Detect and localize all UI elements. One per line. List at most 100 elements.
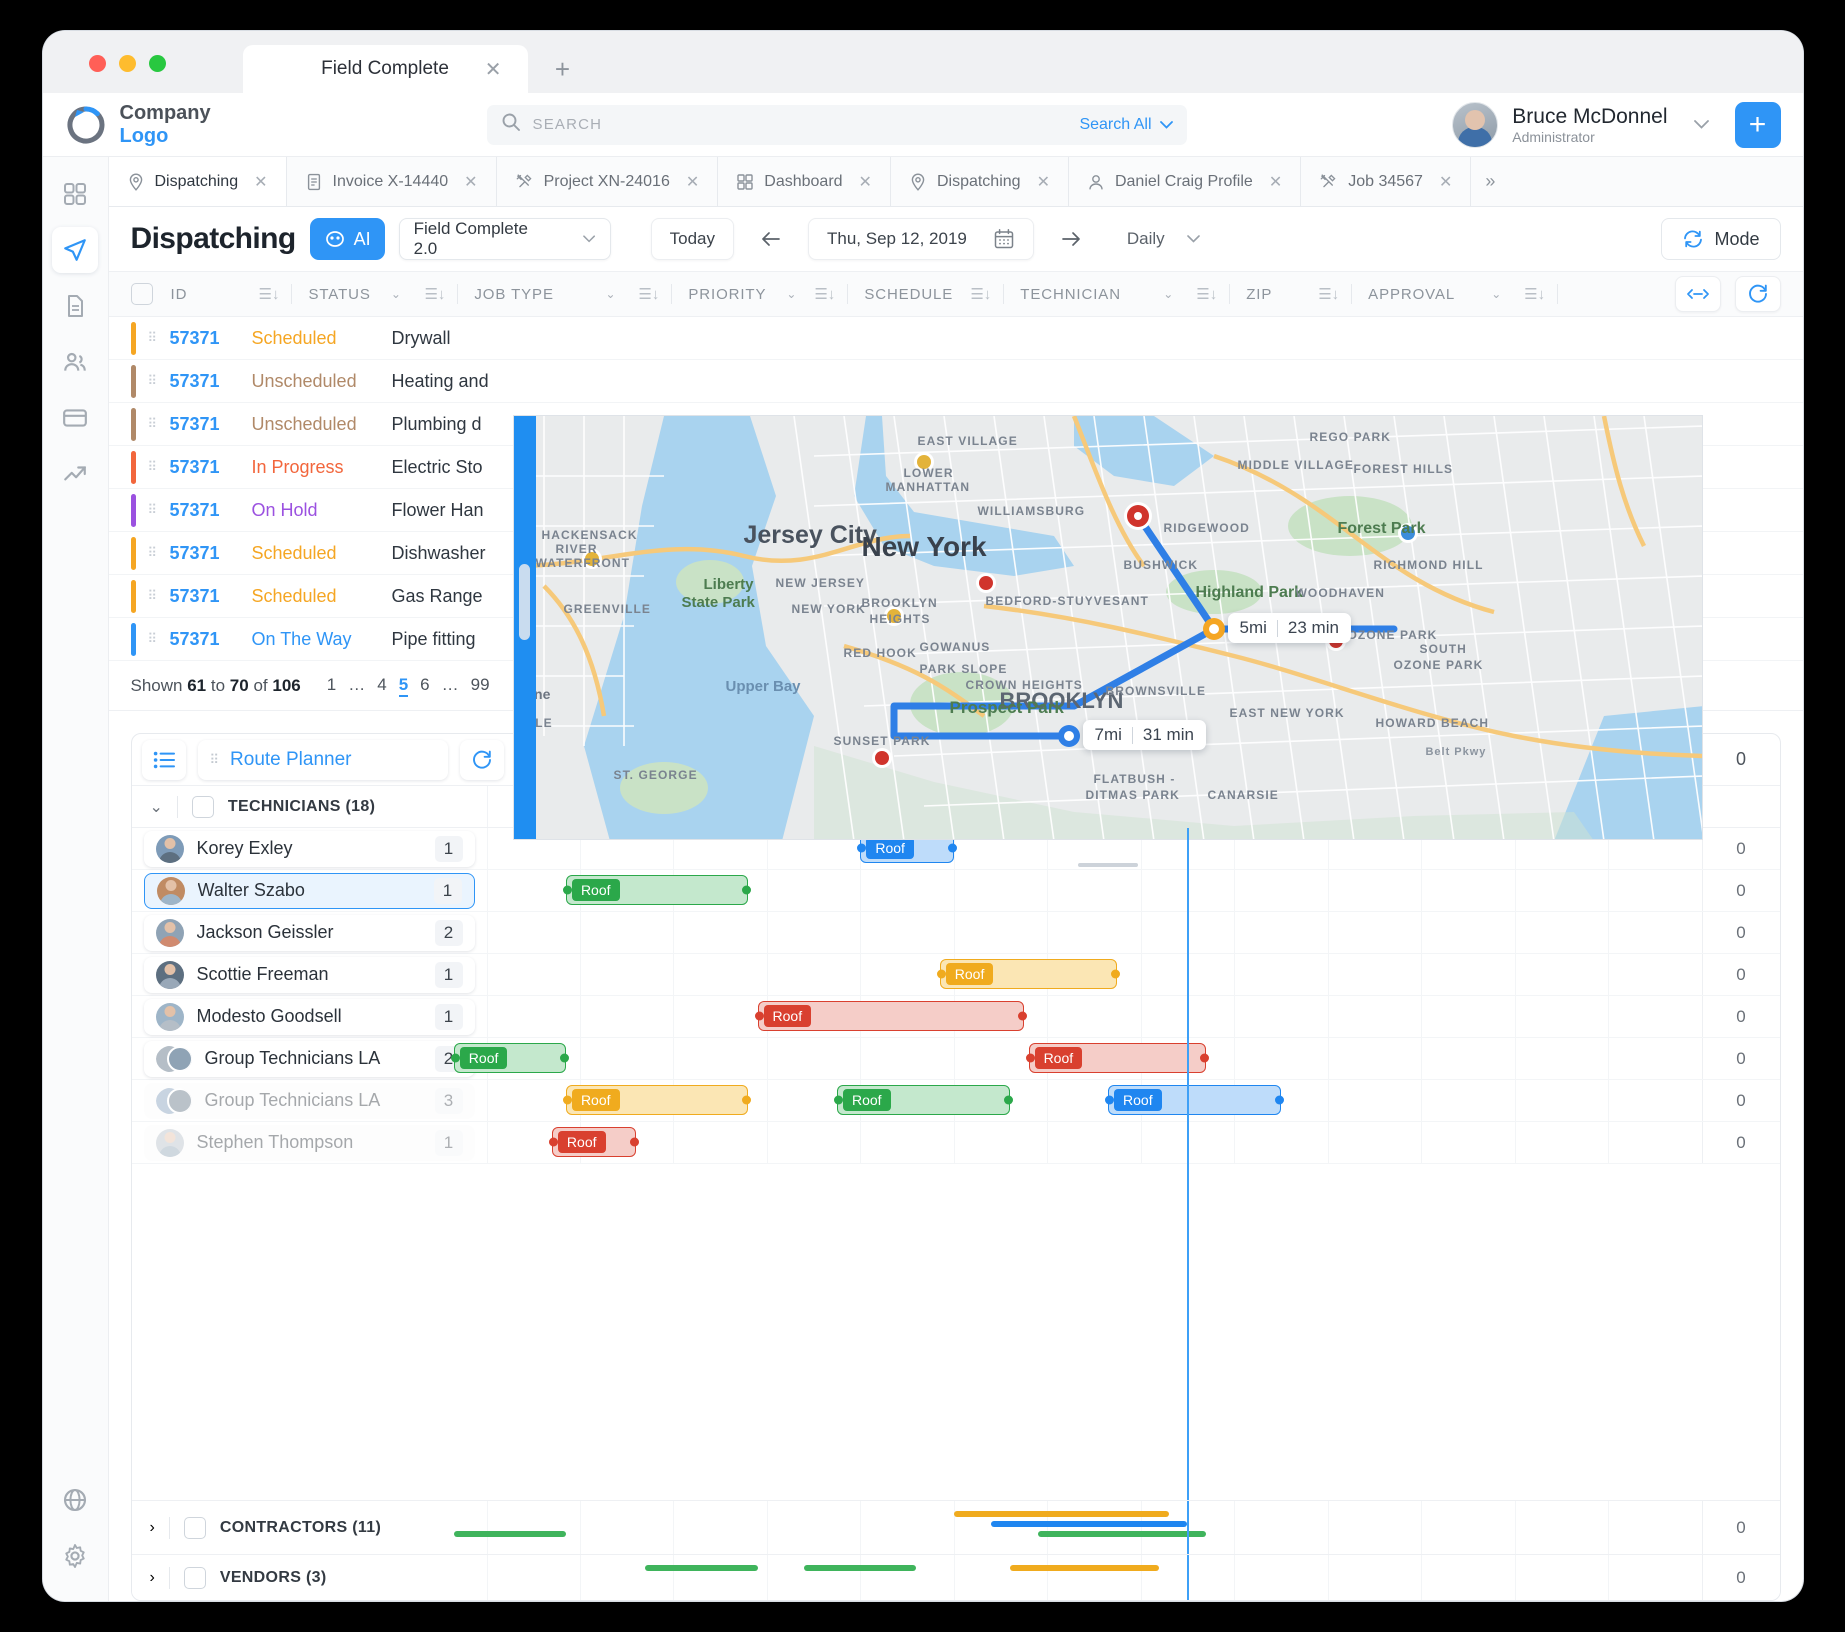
route-info-badge[interactable]: 7mi31 min: [1083, 720, 1206, 750]
job-start-handle[interactable]: [1026, 1054, 1035, 1063]
sidebar-item-customers[interactable]: [52, 339, 98, 385]
sidebar-item-reports[interactable]: [52, 451, 98, 497]
company-logo[interactable]: Company Logo: [65, 102, 465, 147]
technician-row[interactable]: Group Technicians LA3RoofRoofRoof0: [132, 1080, 1780, 1122]
close-icon[interactable]: ✕: [485, 57, 502, 82]
route-info-badge[interactable]: 5mi23 min: [1228, 613, 1351, 643]
technician-row[interactable]: Stephen Thompson1Roof0: [132, 1122, 1780, 1164]
job-id[interactable]: 57371: [170, 629, 252, 650]
technician-card[interactable]: Scottie Freeman1: [144, 957, 475, 993]
drag-handle-icon[interactable]: ⠿: [148, 459, 170, 475]
job-id[interactable]: 57371: [170, 414, 252, 435]
map-marker[interactable]: [884, 606, 904, 626]
chevron-down-icon[interactable]: ⌄: [1153, 287, 1184, 301]
sidebar-item-settings[interactable]: [52, 1533, 98, 1579]
job-end-handle[interactable]: [1018, 1012, 1027, 1021]
technician-timeline[interactable]: Roof: [487, 1122, 1702, 1163]
technician-timeline[interactable]: RoofRoofRoof: [487, 1080, 1702, 1121]
chevron-right-icon[interactable]: ›: [150, 1569, 155, 1587]
tab-profile[interactable]: Daniel Craig Profile ✕: [1069, 157, 1301, 206]
map-vertical-scrollbar[interactable]: [514, 416, 536, 839]
technician-timeline[interactable]: RoofRoof: [487, 1038, 1702, 1079]
map-scroll-thumb[interactable]: [519, 564, 530, 640]
search-input[interactable]: [533, 116, 1068, 133]
sidebar-item-apps[interactable]: [52, 171, 98, 217]
tab-dispatching-1[interactable]: Dispatching ✕: [109, 157, 287, 206]
contractors-select-all-checkbox[interactable]: [184, 1517, 206, 1539]
sort-icon-status[interactable]: ☰↓: [412, 285, 457, 303]
tab-job[interactable]: Job 34567 ✕: [1301, 157, 1471, 206]
sort-icon-schedule[interactable]: ☰↓: [958, 285, 1003, 303]
expand-columns-button[interactable]: [1675, 276, 1721, 312]
column-schedule[interactable]: SCHEDULE: [848, 286, 958, 303]
technician-timeline[interactable]: [487, 912, 1702, 953]
job-id[interactable]: 57371: [170, 586, 252, 607]
list-view-button[interactable]: [142, 740, 186, 780]
technician-card[interactable]: Group Technicians LA2: [144, 1041, 475, 1077]
column-approval[interactable]: APPROVAL ⌄: [1352, 286, 1512, 303]
map-marker[interactable]: [1398, 523, 1418, 543]
job-end-handle[interactable]: [1200, 1054, 1209, 1063]
sort-icon-priority[interactable]: ☰↓: [802, 285, 847, 303]
job-start-handle[interactable]: [857, 844, 866, 853]
vendors-section[interactable]: › VENDORS (3) 0: [132, 1554, 1780, 1600]
job-end-handle[interactable]: [1275, 1096, 1284, 1105]
route-planner-refresh-button[interactable]: [460, 740, 504, 780]
close-icon[interactable]: ✕: [1037, 172, 1050, 192]
job-id[interactable]: 57371: [170, 500, 252, 521]
drag-handle-icon[interactable]: ⠿: [148, 373, 170, 389]
close-icon[interactable]: ✕: [686, 172, 699, 192]
technician-timeline[interactable]: Roof: [487, 870, 1702, 911]
drag-handle-icon[interactable]: ⠿: [148, 330, 170, 346]
job-start-handle[interactable]: [834, 1096, 843, 1105]
job-block[interactable]: Roof: [940, 959, 1118, 989]
close-icon[interactable]: ✕: [254, 172, 267, 192]
job-start-handle[interactable]: [563, 886, 572, 895]
select-all-checkbox[interactable]: [131, 283, 153, 305]
technician-card[interactable]: Modesto Goodsell1: [144, 999, 475, 1035]
contractor-summary-bar[interactable]: [991, 1521, 1187, 1527]
job-id[interactable]: 57371: [170, 543, 252, 564]
chevron-down-icon[interactable]: ⌄: [595, 287, 626, 301]
pagination-pages[interactable]: 1…456…99: [327, 675, 490, 697]
close-icon[interactable]: ✕: [1269, 172, 1282, 192]
job-id[interactable]: 57371: [170, 371, 252, 392]
technician-card[interactable]: Korey Exley1: [144, 831, 475, 867]
sort-icon-approval[interactable]: ☰↓: [1512, 285, 1557, 303]
contractor-summary-bar[interactable]: [454, 1531, 566, 1537]
map-marker[interactable]: [976, 573, 996, 593]
route-waypoint[interactable]: [1058, 725, 1080, 747]
column-zip[interactable]: ZIP: [1230, 286, 1306, 303]
vendors-select-all-checkbox[interactable]: [184, 1567, 206, 1589]
tab-invoice[interactable]: Invoice X-14440 ✕: [287, 157, 497, 206]
job-start-handle[interactable]: [563, 1096, 572, 1105]
vendor-summary-bar[interactable]: [645, 1565, 757, 1571]
pagination-page[interactable]: 6: [420, 675, 429, 697]
prev-date-button[interactable]: [742, 218, 800, 260]
contractors-group-header[interactable]: › CONTRACTORS (11): [132, 1501, 487, 1554]
map-marker[interactable]: [1124, 502, 1152, 530]
technician-row[interactable]: Jackson Geissler20: [132, 912, 1780, 954]
job-start-handle[interactable]: [1105, 1096, 1114, 1105]
job-id[interactable]: 57371: [170, 457, 252, 478]
date-picker[interactable]: Thu, Sep 12, 2019: [808, 218, 1034, 260]
job-start-handle[interactable]: [937, 970, 946, 979]
pagination-page[interactable]: 99: [471, 675, 490, 697]
map-marker[interactable]: [872, 748, 892, 768]
contractor-summary-bar[interactable]: [954, 1511, 1169, 1517]
chevron-down-icon[interactable]: ⌄: [150, 797, 163, 817]
job-block[interactable]: Roof: [552, 1127, 636, 1157]
job-end-handle[interactable]: [1111, 970, 1120, 979]
job-end-handle[interactable]: [560, 1054, 569, 1063]
chevron-down-icon[interactable]: ⌄: [1481, 287, 1512, 301]
column-priority[interactable]: PRIORITY ⌄: [672, 286, 802, 303]
today-button[interactable]: Today: [651, 218, 734, 260]
close-icon[interactable]: ✕: [859, 172, 872, 192]
table-row[interactable]: ⠿57371ScheduledDrywall: [109, 317, 1803, 360]
job-id[interactable]: 57371: [170, 328, 252, 349]
close-window-button[interactable]: [89, 55, 106, 72]
technician-row[interactable]: Modesto Goodsell1Roof0: [132, 996, 1780, 1038]
map-marker[interactable]: [914, 452, 934, 472]
vendors-group-header[interactable]: › VENDORS (3): [132, 1555, 487, 1600]
drag-handle-icon[interactable]: ⠿: [148, 631, 170, 647]
